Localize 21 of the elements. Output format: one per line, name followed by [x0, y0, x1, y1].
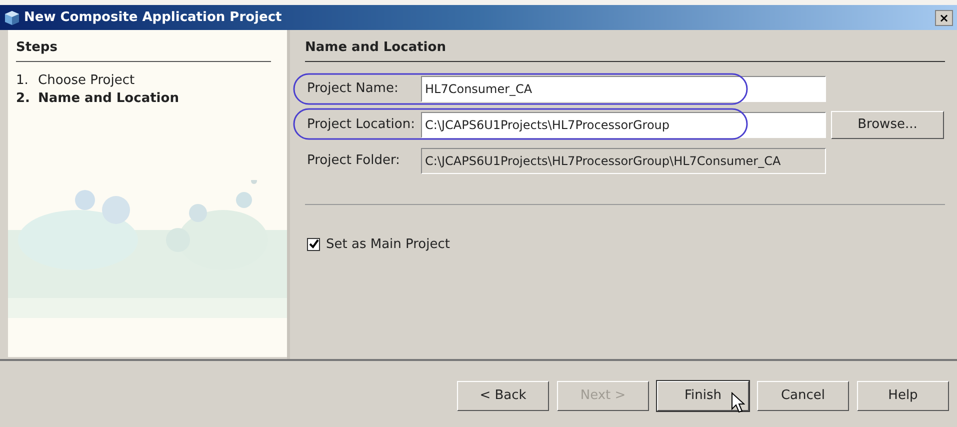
window-title: New Composite Application Project [24, 8, 282, 27]
dialog-button[interactable]: Help [857, 381, 949, 411]
mouse-pointer-icon [731, 392, 745, 414]
cube-icon [4, 10, 20, 26]
step-item: 1. Choose Project [16, 72, 136, 90]
text-field[interactable]: HL7Consumer_CA [421, 76, 826, 102]
field-label: Project Folder: [307, 152, 401, 170]
browse-button[interactable]: Browse... [831, 110, 944, 138]
close-button[interactable]: × [935, 10, 953, 26]
field-label: Project Name: [307, 80, 400, 98]
checkbox[interactable] [307, 238, 320, 251]
step-item: 2. Name and Location [16, 90, 180, 108]
text-field[interactable]: C:\JCAPS6U1Projects\HL7ProcessorGroup [421, 112, 826, 138]
dialog-button[interactable]: Cancel [757, 381, 849, 411]
field-label: Project Location: [307, 116, 416, 134]
steps-heading: Steps [16, 38, 271, 62]
text-field[interactable]: C:\JCAPS6U1Projects\HL7ProcessorGroup\HL7Consumer_CA [421, 148, 826, 174]
dialog-button[interactable]: < Back [457, 381, 549, 411]
checkbox-label: Set as Main Project [326, 236, 450, 254]
dialog-button[interactable]: Finish [657, 381, 749, 411]
panel-heading: Name and Location [305, 38, 945, 62]
